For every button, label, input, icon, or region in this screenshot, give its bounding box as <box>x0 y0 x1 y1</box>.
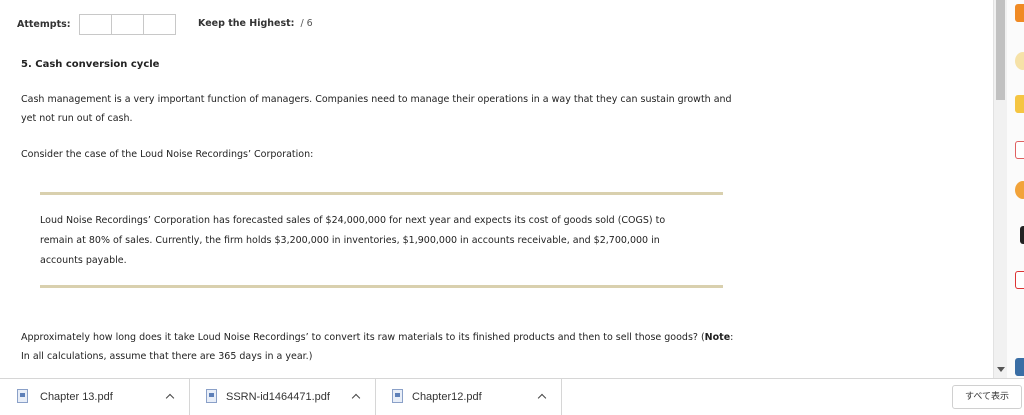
pdf-file-icon <box>17 389 28 403</box>
attempt-box <box>110 13 144 35</box>
prompt-line-1: Approximately how long does it take Loud… <box>21 328 781 347</box>
prompt-line-1-end: : <box>730 332 734 343</box>
attempts-label: Attempts: <box>17 18 71 30</box>
app-icon[interactable] <box>1015 52 1024 70</box>
consider-text: Consider the case of the Loud Noise Reco… <box>21 149 314 160</box>
download-filename: Chapter 13.pdf <box>40 391 113 403</box>
intro-line-1: Cash management is a very important func… <box>21 94 732 105</box>
case-box: Loud Noise Recordings’ Corporation has f… <box>40 211 710 271</box>
attempt-box <box>78 13 112 35</box>
quiz-content: Attempts: Keep the Highest: / 6 5. Cash c… <box>0 0 993 378</box>
download-item[interactable]: Chapter 13.pdf <box>0 379 190 415</box>
intro-paragraph: Cash management is a very important func… <box>21 90 781 128</box>
note-label: Note <box>704 332 731 343</box>
prompt-line-2: In all calculations, assume that there a… <box>21 351 313 362</box>
question-prompt: Approximately how long does it take Loud… <box>21 328 781 366</box>
keep-highest-value: / 6 <box>300 18 313 29</box>
download-filename: SSRN-id1464471.pdf <box>226 391 330 403</box>
download-item[interactable]: SSRN-id1464471.pdf <box>190 379 376 415</box>
app-icon[interactable] <box>1015 358 1024 376</box>
pdf-file-icon <box>392 389 403 403</box>
chevron-up-icon[interactable] <box>352 392 360 400</box>
show-all-button[interactable]: すべて表示 <box>952 385 1022 409</box>
side-app-strip <box>1007 0 1024 378</box>
vertical-scrollbar[interactable] <box>993 0 1007 378</box>
case-divider-bottom <box>40 285 723 288</box>
download-bar: Chapter 13.pdf SSRN-id1464471.pdf Chapte… <box>0 378 1024 415</box>
keep-highest: Keep the Highest: / 6 <box>198 13 313 35</box>
app-icon[interactable] <box>1015 271 1024 289</box>
app-icon[interactable] <box>1015 95 1024 113</box>
intro-line-2: yet not run out of cash. <box>21 113 133 124</box>
chevron-up-icon[interactable] <box>538 392 546 400</box>
case-line-3: accounts payable. <box>40 255 127 266</box>
download-item[interactable]: Chapter12.pdf <box>376 379 562 415</box>
case-line-2: remain at 80% of sales. Currently, the f… <box>40 235 660 246</box>
scroll-down-arrow-icon[interactable] <box>997 367 1005 372</box>
keep-highest-label: Keep the Highest: <box>198 18 295 29</box>
case-divider-top <box>40 192 723 195</box>
chevron-up-icon[interactable] <box>166 392 174 400</box>
app-icon[interactable] <box>1015 181 1024 199</box>
case-line-1: Loud Noise Recordings’ Corporation has f… <box>40 215 666 226</box>
prompt-line-1-text: Approximately how long does it take Loud… <box>21 332 705 343</box>
attempt-boxes <box>78 13 176 35</box>
attempt-box <box>142 13 176 35</box>
app-icon[interactable] <box>1015 4 1024 22</box>
app-icon[interactable] <box>1020 226 1024 244</box>
question-title: 5. Cash conversion cycle <box>21 59 160 70</box>
pdf-file-icon <box>206 389 217 403</box>
app-icon[interactable] <box>1015 141 1024 159</box>
download-filename: Chapter12.pdf <box>412 391 482 403</box>
scroll-thumb[interactable] <box>996 0 1005 100</box>
attempts-row: Attempts: Keep the Highest: / 6 <box>17 13 313 35</box>
app-icon[interactable] <box>1015 318 1024 336</box>
